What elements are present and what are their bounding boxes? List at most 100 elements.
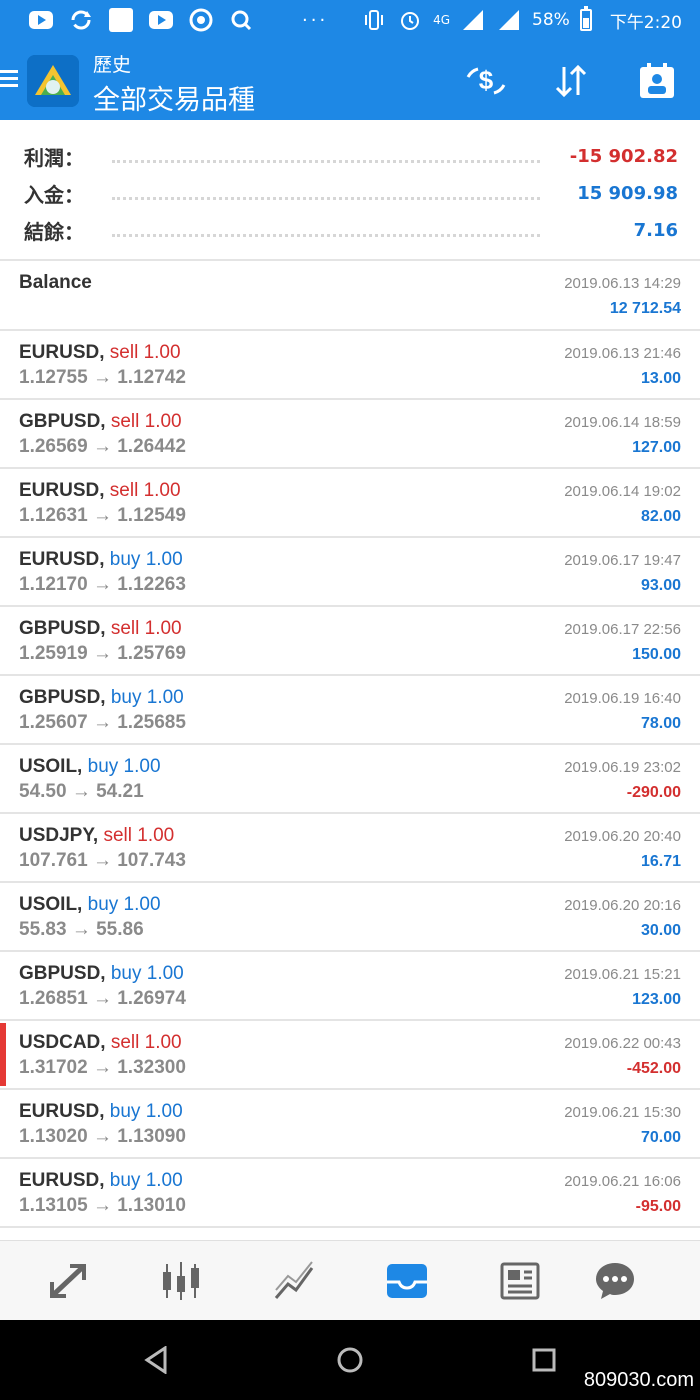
trade-profit: 70.00 — [640, 1129, 681, 1146]
currency-exchange-icon[interactable]: $ — [463, 58, 509, 104]
square-icon — [108, 8, 134, 32]
battery-percent: 58% — [532, 10, 570, 30]
sort-icon[interactable] — [548, 58, 594, 104]
page-title: 全部交易品種 — [93, 85, 255, 116]
trade-side: buy 1.00 — [87, 894, 161, 915]
row-date: 2019.06.13 14:29 — [564, 275, 681, 292]
symbol-text: EURUSD, — [19, 549, 105, 570]
trade-symbol: USOIL, buy 1.00 — [19, 756, 161, 778]
summary-label: 利潤： — [24, 146, 84, 170]
trade-side: buy 1.00 — [87, 756, 161, 777]
trade-price-range: 1.26851 → 1.26974 — [19, 988, 186, 1009]
symbol-text: GBPUSD, — [19, 618, 106, 639]
trade-side: buy 1.00 — [110, 963, 184, 984]
trade-side: buy 1.00 — [109, 549, 183, 570]
trade-symbol: USDCAD, sell 1.00 — [19, 1032, 182, 1054]
trade-side: sell 1.00 — [109, 480, 181, 501]
balance-label: Balance — [19, 272, 92, 293]
trade-row[interactable]: GBPUSD, buy 1.00 1.25607 → 1.25685 2019.06… — [0, 676, 700, 745]
summary-label: 入金： — [24, 183, 84, 207]
symbol-text: EURUSD, — [19, 480, 105, 501]
trade-symbol: USOIL, buy 1.00 — [19, 894, 161, 916]
network-type-label: 4G — [433, 13, 451, 27]
menu-button[interactable] — [0, 66, 20, 94]
recents-icon[interactable] — [526, 1342, 562, 1378]
trade-row[interactable]: EURUSD, sell 1.00 1.12755 → 1.12742 2019.0… — [0, 331, 700, 400]
trade-profit: -95.00 — [635, 1198, 681, 1215]
symbol-text: GBPUSD, — [19, 963, 106, 984]
trade-date: 2019.06.21 16:06 — [564, 1173, 681, 1190]
symbol-text: USDJPY, — [19, 825, 99, 846]
trade-date: 2019.06.22 00:43 — [564, 1035, 681, 1052]
chrome-icon — [188, 8, 214, 32]
trade-side: buy 1.00 — [109, 1101, 183, 1122]
watermark: 809030.com — [583, 1369, 694, 1391]
symbol-text: EURUSD, — [19, 1101, 105, 1122]
trade-row[interactable]: EURUSD, sell 1.00 1.12631 → 1.12549 2019.0… — [0, 469, 700, 538]
trade-row[interactable]: GBPUSD, sell 1.00 1.25919 → 1.25769 2019.0… — [0, 607, 700, 676]
trade-date: 2019.06.21 15:30 — [564, 1104, 681, 1121]
trade-side: sell 1.00 — [109, 342, 181, 363]
trade-profit: 123.00 — [632, 991, 681, 1008]
trade-price-range: 1.25607 → 1.25685 — [19, 712, 186, 733]
trade-symbol: EURUSD, sell 1.00 — [19, 480, 181, 502]
summary-value: -15 902.82 — [569, 146, 678, 167]
quotes-icon[interactable] — [44, 1257, 94, 1305]
back-icon[interactable] — [138, 1342, 174, 1378]
trade-row[interactable]: GBPUSD, sell 1.00 1.26569 → 1.26442 2019.0… — [0, 400, 700, 469]
history-list: Balance 2019.06.13 14:29 12 712.54 EURUS… — [0, 261, 700, 1228]
trade-side: sell 1.00 — [110, 1032, 182, 1053]
news-icon[interactable] — [494, 1257, 544, 1305]
trade-row[interactable]: USOIL, buy 1.00 54.50 → 54.21 2019.06.19 2… — [0, 745, 700, 814]
summary-panel: 利潤： -15 902.82 入金： 15 909.98 結餘： 7.16 — [0, 128, 700, 260]
trade-symbol: EURUSD, buy 1.00 — [19, 1170, 183, 1192]
trade-side: buy 1.00 — [110, 687, 184, 708]
search-icon — [228, 8, 254, 32]
chat-icon[interactable] — [590, 1257, 640, 1305]
trade-price-range: 1.13105 → 1.13010 — [19, 1195, 186, 1216]
trade-date: 2019.06.20 20:40 — [564, 828, 681, 845]
trade-profit: 82.00 — [640, 508, 681, 525]
trade-row[interactable]: EURUSD, buy 1.00 1.13105 → 1.13010 2019.06… — [0, 1159, 700, 1228]
row-amount: 12 712.54 — [609, 300, 681, 317]
trade-side: buy 1.00 — [109, 1170, 183, 1191]
trade-symbol: GBPUSD, sell 1.00 — [19, 618, 182, 640]
trade-side: sell 1.00 — [110, 618, 182, 639]
balance-row[interactable]: Balance 2019.06.13 14:29 12 712.54 — [0, 261, 700, 331]
trade-row[interactable]: GBPUSD, buy 1.00 1.26851 → 1.26974 2019.06… — [0, 952, 700, 1021]
history-icon[interactable] — [382, 1257, 432, 1305]
trade-price-range: 1.12631 → 1.12549 — [19, 505, 186, 526]
battery-icon — [579, 6, 592, 31]
trade-profit: 150.00 — [632, 646, 681, 663]
trade-symbol: USDJPY, sell 1.00 — [19, 825, 174, 847]
chart-icon[interactable] — [156, 1257, 206, 1305]
trade-date: 2019.06.20 20:16 — [564, 897, 681, 914]
calendar-icon[interactable] — [634, 58, 680, 104]
status-bar: ··· 4G 58% 下午2:20 — [0, 0, 700, 40]
trade-profit: -290.00 — [626, 784, 681, 801]
trade-row[interactable]: EURUSD, buy 1.00 1.12170 → 1.12263 2019.06… — [0, 538, 700, 607]
trade-date: 2019.06.13 21:46 — [564, 345, 681, 362]
trade-icon[interactable] — [270, 1257, 320, 1305]
trade-price-range: 1.31702 → 1.32300 — [19, 1057, 186, 1078]
signal-icon — [460, 8, 486, 32]
trade-price-range: 1.12170 → 1.12263 — [19, 574, 186, 595]
app-bar: 歷史 全部交易品種 $ — [0, 40, 700, 120]
trade-row[interactable]: EURUSD, buy 1.00 1.13020 → 1.13090 2019.06… — [0, 1090, 700, 1159]
sync-icon — [68, 8, 94, 32]
trade-row[interactable]: USOIL, buy 1.00 55.83 → 55.86 2019.06.20 2… — [0, 883, 700, 952]
trade-row[interactable]: USDCAD, sell 1.00 1.31702 → 1.32300 2019.0… — [0, 1021, 700, 1090]
trade-side: sell 1.00 — [103, 825, 175, 846]
summary-value: 15 909.98 — [577, 183, 678, 204]
trade-price-range: 1.25919 → 1.25769 — [19, 643, 186, 664]
trade-symbol: GBPUSD, buy 1.00 — [19, 687, 184, 709]
trade-profit: 16.71 — [640, 853, 681, 870]
trade-date: 2019.06.21 15:21 — [564, 966, 681, 983]
trade-symbol: EURUSD, buy 1.00 — [19, 1101, 183, 1123]
trade-date: 2019.06.19 23:02 — [564, 759, 681, 776]
summary-profit-row: 利潤： -15 902.82 — [0, 138, 700, 174]
trade-row[interactable]: USDJPY, sell 1.00 107.761 → 107.743 2019.0… — [0, 814, 700, 883]
home-icon[interactable] — [332, 1342, 368, 1378]
trade-profit: 13.00 — [640, 370, 681, 387]
summary-balance-row: 結餘： 7.16 — [0, 212, 700, 248]
